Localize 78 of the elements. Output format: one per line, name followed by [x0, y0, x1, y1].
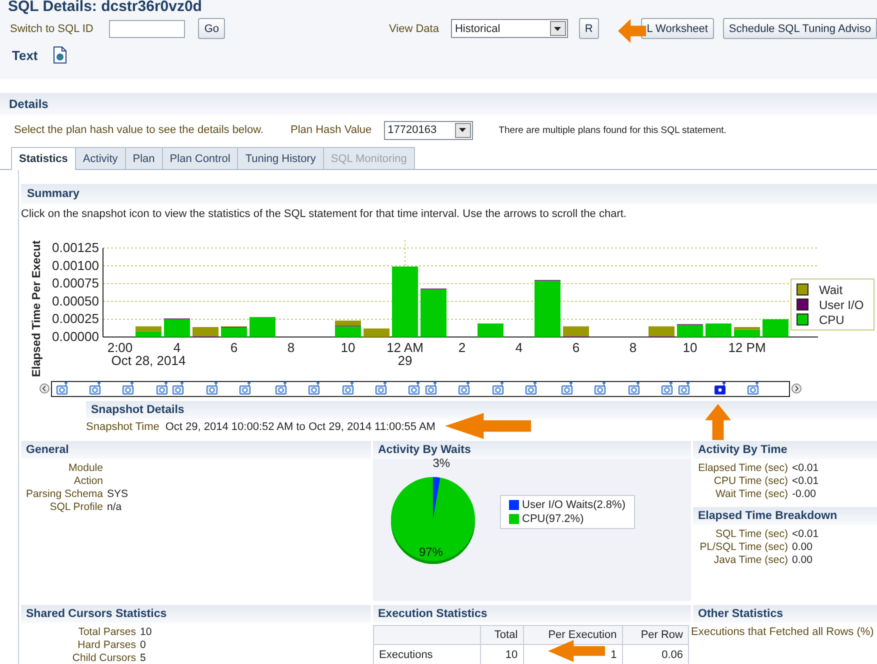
axis-tick-label: 2:00	[107, 340, 133, 355]
axis-tick-label: 0.00125	[52, 240, 99, 255]
column-header: Per Row	[622, 626, 688, 644]
legend-label: CPU	[819, 313, 844, 327]
field-label: SQL Time (sec)	[714, 528, 788, 541]
hint-text: Click on the snapshot icon to view the statistics of the SQL statement for that time interval. Use the arrows to scroll the chart.	[21, 207, 628, 220]
axis-date-label: 29	[398, 353, 412, 368]
section-title: Other Statistics	[698, 608, 783, 620]
axis-tick-label: 4	[173, 340, 181, 355]
field-value: 0	[140, 639, 147, 652]
table-cell: 10	[480, 644, 524, 664]
pie-label: 97%	[418, 545, 443, 559]
field-value: 10	[140, 626, 153, 639]
hint-text: Select the plan hash value to see the details below.	[14, 124, 264, 136]
axis-date-label: Oct 28, 2014	[111, 353, 186, 368]
axis-tick-label: 0.00000	[52, 329, 99, 344]
axis-tick-label: 12 PM	[728, 340, 766, 355]
axis-tick-label: 12 AM	[386, 340, 424, 355]
legend-label: CPU(97.2%)	[522, 513, 584, 525]
field-label: Elapsed Time (sec)	[697, 462, 788, 475]
section-title: Shared Cursors Statistics	[26, 608, 167, 620]
field-label: Total Parses	[77, 626, 136, 639]
field-value: 0.00	[792, 541, 814, 554]
field-label: Hard Parses	[76, 639, 136, 652]
field-value: n/a	[107, 501, 123, 514]
field-label: CPU Time (sec)	[712, 475, 788, 488]
field-label: Executions that Fetched all Rows (%)	[691, 625, 875, 638]
legend-label: Wait	[819, 283, 843, 297]
field-value: Oct 29, 2014 10:00:52 AM to Oct 29, 2014 11:00:55 AM	[165, 421, 436, 433]
axis-title: Elapsed Time Per Execut	[31, 240, 43, 377]
pie-label: 3%	[432, 456, 450, 470]
section-title: Snapshot Details	[91, 404, 184, 416]
axis-tick-label: 4	[515, 340, 523, 355]
axis-tick-label: 0.00075	[52, 276, 99, 291]
field-label: Switch to SQL ID	[10, 22, 94, 34]
column-header: Total	[480, 626, 524, 644]
legend-label: User I/O Waits(2.8%)	[522, 499, 626, 511]
axis-tick-label: 6	[572, 340, 580, 355]
axis-tick-label: 0.00100	[52, 258, 99, 273]
axis-tick-label: 8	[629, 340, 637, 355]
field-value: 5	[140, 652, 147, 664]
field-label: Wait Time (sec)	[714, 488, 788, 501]
field-value: -0.00	[792, 488, 817, 501]
table-cell: 0.06	[622, 644, 688, 664]
section-title: Details	[9, 97, 48, 111]
page-title: SQL Details: dcstr36r0vz0d	[7, 0, 203, 16]
column-header: Per Execution	[523, 626, 622, 644]
field-label: Module	[68, 462, 103, 475]
section-title: Activity By Waits	[378, 444, 471, 456]
field-value: <0.01	[792, 528, 820, 541]
section-title: Execution Statistics	[378, 608, 488, 620]
field-value: 0.00	[792, 554, 814, 567]
field-label: Action	[72, 475, 103, 488]
axis-tick-label: 8	[287, 340, 295, 355]
axis-tick-label: 10	[682, 340, 698, 355]
field-label: Child Cursors	[71, 652, 136, 664]
section-title: Summary	[27, 188, 80, 200]
field-label: View Data	[389, 22, 439, 34]
field-value: SYS	[107, 488, 130, 501]
note-text: There are multiple plans found for this SQL statement.	[498, 124, 726, 136]
field-label: SQL Profile	[48, 501, 103, 514]
field-label: Parsing Schema	[24, 488, 103, 501]
section-title: Activity By Time	[698, 444, 788, 456]
field-value: <0.01	[792, 462, 820, 475]
axis-tick-label: 0.00025	[52, 311, 99, 326]
axis-tick-label: 6	[230, 340, 238, 355]
section-title: Elapsed Time Breakdown	[698, 510, 838, 522]
field-label: Plan Hash Value	[290, 124, 372, 136]
field-label: Snapshot Time	[86, 421, 160, 433]
section-title: General	[26, 444, 69, 456]
axis-tick-label: 2	[458, 340, 466, 355]
table-cell: Executions	[374, 644, 480, 664]
field-label: PL/SQL Time (sec)	[698, 541, 788, 554]
axis-tick-label: 0.00050	[52, 293, 99, 308]
field-label: Java Time (sec)	[712, 554, 788, 567]
axis-tick-label: 10	[340, 340, 356, 355]
field-value: <0.01	[792, 475, 820, 488]
legend-label: User I/O	[819, 298, 864, 312]
